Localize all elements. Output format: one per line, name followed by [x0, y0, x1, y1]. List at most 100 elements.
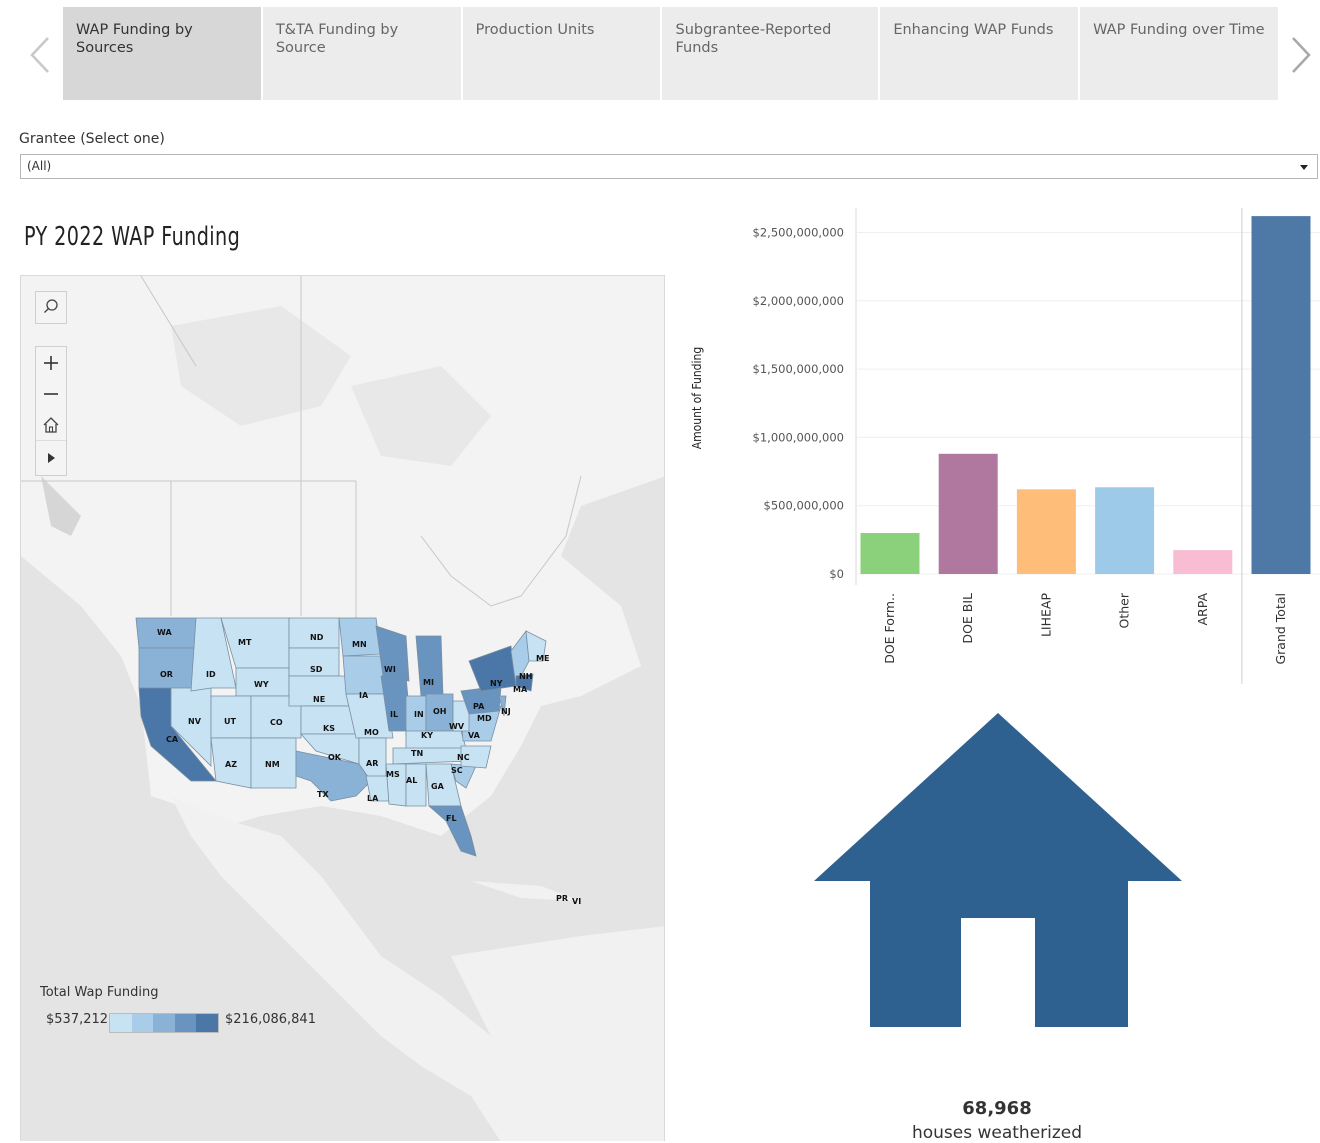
state-label: OK: [328, 753, 342, 762]
x-category-label: LIHEAP: [1038, 593, 1053, 637]
legend-swatch: [110, 1014, 132, 1032]
y-tick-label: $1,000,000,000: [753, 430, 844, 444]
state-label: PR: [556, 894, 568, 903]
y-tick-label: $2,000,000,000: [753, 294, 844, 308]
tab-wap-funding-over-time[interactable]: WAP Funding over Time: [1080, 7, 1278, 100]
legend-swatch: [174, 1014, 197, 1032]
state-label: GA: [431, 782, 445, 791]
map-search-button[interactable]: [36, 292, 66, 321]
state-label: AZ: [225, 760, 237, 769]
zoom-out-button[interactable]: [36, 378, 66, 409]
bar-0[interactable]: [860, 533, 920, 574]
legend-swatch: [196, 1014, 218, 1032]
state-label: NC: [457, 753, 470, 762]
y-tick-label: $2,500,000,000: [753, 226, 844, 240]
map-legend-max: $216,086,841: [225, 1012, 316, 1027]
state-label: FL: [446, 814, 457, 823]
chevron-left-icon: [30, 37, 49, 73]
state-label: MT: [238, 638, 252, 647]
play-icon: [48, 453, 55, 463]
x-category-label: DOE BIL: [960, 593, 975, 644]
houses-weatherized-value: 68,968: [962, 1098, 1032, 1119]
home-icon: [43, 416, 59, 433]
state-label: NJ: [501, 707, 511, 716]
y-axis-label: Amount of Funding: [690, 347, 704, 449]
funding-map[interactable]: WA OR CA NV ID MT WY UT AZ CO NM ND SD N…: [20, 275, 665, 1141]
bar-5[interactable]: [1251, 216, 1311, 574]
state-label: IL: [390, 710, 398, 719]
state-label: ND: [310, 633, 324, 642]
dropdown-caret-icon: [1300, 165, 1308, 170]
plus-icon: [44, 355, 58, 370]
zoom-in-button[interactable]: [36, 347, 66, 378]
minus-icon: [44, 392, 58, 395]
y-tick-label: $500,000,000: [764, 499, 844, 513]
state-label: WY: [254, 680, 269, 689]
legend-swatch: [131, 1014, 154, 1032]
state-label: NY: [490, 679, 503, 688]
state-label: TX: [317, 790, 329, 799]
state-label: OH: [433, 707, 447, 716]
tab-tta-funding-by-source[interactable]: T&TA Funding by Source: [262, 7, 461, 100]
tab-enhancing-wap-funds[interactable]: Enhancing WAP Funds: [880, 7, 1079, 100]
tab-wap-funding-by-sources[interactable]: WAP Funding by Sources: [63, 7, 261, 100]
state-label: ID: [206, 670, 216, 679]
reset-home-button[interactable]: [36, 409, 66, 440]
state-label: MS: [386, 770, 400, 779]
state-label: LA: [367, 794, 379, 803]
state-label: UT: [224, 717, 236, 726]
x-category-label: DOE Form..: [882, 593, 897, 664]
state-label: OR: [160, 670, 173, 679]
grantee-select-value: (All): [27, 159, 52, 173]
map-toolbar-expand-button[interactable]: [36, 440, 66, 475]
map-zoom-controls: [35, 346, 67, 476]
page-title: PY 2022 WAP Funding: [24, 222, 241, 252]
bar-1[interactable]: [938, 453, 998, 574]
state-label: KY: [421, 731, 433, 740]
house-icon: [814, 713, 1182, 1027]
state-label: CA: [166, 735, 179, 744]
search-icon: [44, 298, 58, 313]
x-category-label: Other: [1117, 592, 1132, 628]
state-label: WA: [157, 628, 172, 637]
state-label: AR: [366, 759, 378, 768]
map-legend-min: $537,212: [46, 1012, 109, 1027]
bar-2[interactable]: [1016, 489, 1076, 574]
state-label: WI: [384, 665, 396, 674]
map-legend-color-ramp: [109, 1013, 219, 1033]
state-label: MN: [352, 640, 367, 649]
tab-subgrantee-reported-funds[interactable]: Subgrantee-Reported Funds: [662, 7, 879, 100]
tab-production-units[interactable]: Production Units: [462, 7, 661, 100]
chevron-right-icon: [1292, 37, 1311, 73]
state-label: NV: [188, 717, 202, 726]
state-label: MO: [364, 728, 379, 737]
state-label: MI: [423, 678, 434, 687]
state-label: TN: [411, 749, 423, 758]
tabs-prev-arrow[interactable]: [20, 20, 60, 90]
bar-4[interactable]: [1173, 550, 1233, 574]
basemap: WA OR CA NV ID MT WY UT AZ CO NM ND SD N…: [21, 276, 664, 1141]
state-label: NM: [265, 760, 280, 769]
state-label: VA: [468, 731, 481, 740]
state-label: ME: [536, 654, 549, 663]
state-label: NH: [519, 672, 532, 681]
state-label: VI: [572, 897, 581, 906]
state-label: IA: [359, 691, 369, 700]
grantee-select[interactable]: (All): [20, 154, 1318, 179]
state-label: SD: [310, 665, 323, 674]
tabs-next-arrow[interactable]: [1281, 20, 1320, 90]
grantee-filter-label: Grantee (Select one): [19, 131, 165, 147]
state-label: PA: [473, 702, 485, 711]
state-label: MD: [477, 714, 492, 723]
y-tick-label: $1,500,000,000: [753, 362, 844, 376]
map-legend-title: Total Wap Funding: [40, 985, 159, 1000]
state-label: AL: [406, 776, 417, 785]
funding-bar-chart[interactable]: Amount of Funding $0 $500,000,000 $1,000,0…: [680, 208, 1320, 688]
state-label: KS: [323, 724, 335, 733]
map-search-control: [35, 291, 67, 324]
houses-weatherized-label: houses weatherized: [911, 1123, 1083, 1143]
x-category-label: Grand Total: [1273, 593, 1288, 665]
bar-3[interactable]: [1095, 487, 1155, 574]
legend-swatch: [153, 1014, 175, 1032]
x-category-label: ARPA: [1195, 593, 1210, 626]
